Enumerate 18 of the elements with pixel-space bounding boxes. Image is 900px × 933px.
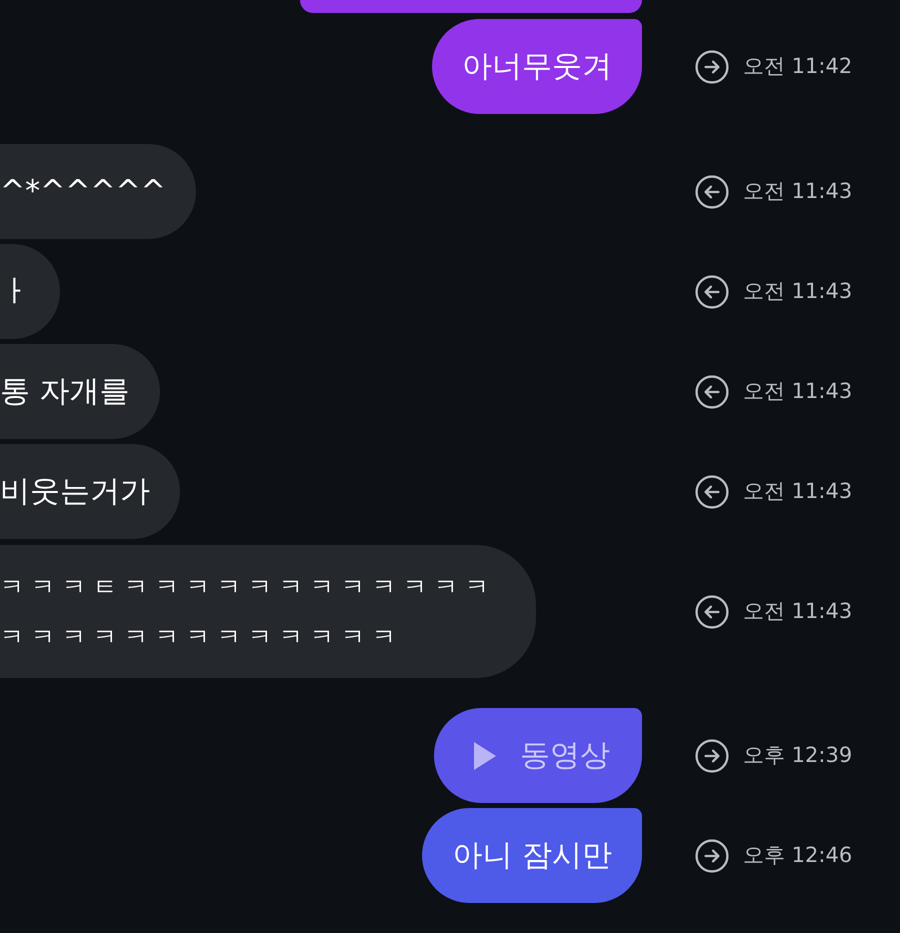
- timestamp: 오전 11:43: [743, 598, 852, 625]
- timestamp: 오전 11:43: [743, 478, 852, 505]
- message-text: 아니 잠시만: [452, 837, 612, 875]
- video-message-bubble[interactable]: 동영상: [434, 708, 642, 803]
- message-text: ㅏ: [0, 273, 30, 311]
- message-text: 동영상: [520, 737, 610, 775]
- timestamp: 오후 12:39: [743, 742, 852, 769]
- message-text: 아너무웃겨: [462, 48, 612, 86]
- message-text: ㅋㅋㅋㅌㅋㅋㅋㅋㅋㅋㅋㅋㅋㅋㅋㅋ ㅋㅋㅋㅋㅋㅋㅋㅋㅋㅋㅋㅋㅋ: [0, 572, 497, 652]
- timestamp: 오후 12:46: [743, 842, 852, 869]
- message-text: 통 자개를: [0, 373, 130, 411]
- timestamp: 오전 11:43: [743, 378, 852, 405]
- timestamp: 오전 11:43: [743, 178, 852, 205]
- message-text: ^*^^^^^: [0, 173, 166, 211]
- timestamp: 오전 11:43: [743, 278, 852, 305]
- message-text: 비웃는거가: [0, 473, 150, 511]
- play-icon: [472, 740, 498, 772]
- timestamp: 오전 11:42: [743, 52, 852, 80]
